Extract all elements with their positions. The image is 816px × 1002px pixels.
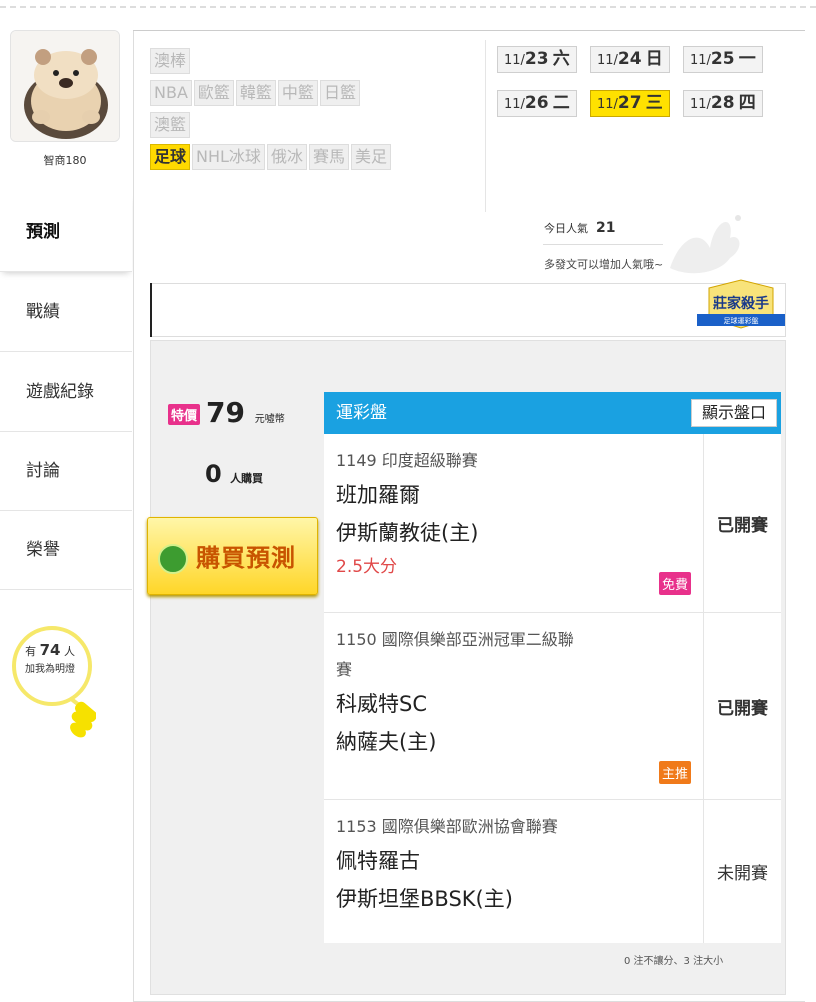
nav-item-prediction[interactable]: 預測 xyxy=(0,193,132,272)
sport-tag[interactable]: 俄冰 xyxy=(266,144,307,170)
svg-text:莊家殺手: 莊家殺手 xyxy=(713,295,769,312)
user-name: 智商180 xyxy=(43,154,87,167)
sport-tag[interactable]: 中籃 xyxy=(277,80,318,106)
sport-tag[interactable]: 韓籃 xyxy=(235,80,276,106)
sport-tag[interactable]: 賽馬 xyxy=(308,144,349,170)
team-name: 伊斯蘭教徒(主) xyxy=(336,521,479,545)
team-name: 伊斯坦堡BBSK(主) xyxy=(336,887,513,911)
sport-tag[interactable]: 歐籃 xyxy=(193,80,234,106)
popularity-hint: 多發文可以增加人氣哦~ xyxy=(544,258,664,271)
coin-icon xyxy=(158,544,188,574)
bulb-caption: 加我為明燈 xyxy=(25,664,75,675)
splash-decoration-icon xyxy=(670,215,741,274)
date-tab[interactable]: 11/25 一 xyxy=(683,46,763,73)
popularity-value: 21 xyxy=(596,220,616,236)
odds-table: 運彩盤 顯示盤口 1149 印度超級聯賽 班加羅爾 伊斯蘭教徒(主) 2.5大分… xyxy=(324,392,781,943)
match-status: 未開賽 xyxy=(717,864,768,884)
buy-prediction-button[interactable]: 購買預測 xyxy=(147,517,318,595)
sport-selector: 澳棒 NBA 歐籃 韓籃 中籃 日籃 澳籃 足球 NHL冰球 俄冰 賽馬 美足 xyxy=(150,48,480,176)
dealer-killer-logo: 莊家殺手 足球運彩盤 xyxy=(697,279,785,329)
nav-item-honor[interactable]: 榮譽 xyxy=(0,511,132,590)
avatar[interactable] xyxy=(10,30,120,142)
date-tab[interactable]: 11/28 四 xyxy=(683,90,763,117)
svg-text:足球運彩盤: 足球運彩盤 xyxy=(724,316,759,325)
sport-tag[interactable]: NHL冰球 xyxy=(192,144,265,170)
nav-item-record[interactable]: 戰績 xyxy=(0,273,132,352)
sport-tag-football-active[interactable]: 足球 xyxy=(150,144,191,170)
league-name: 1150 國際俱樂部亞洲冠軍二級聯 xyxy=(336,630,574,649)
table-row[interactable]: 1149 印度超級聯賽 班加羅爾 伊斯蘭教徒(主) 2.5大分 免費 已開賽 xyxy=(324,434,781,613)
league-name-continued: 賽 xyxy=(336,660,353,679)
date-tab[interactable]: 11/23 六 xyxy=(497,46,577,73)
sale-badge: 特價 xyxy=(168,403,201,425)
fans-count: 74 xyxy=(39,641,61,659)
buyer-count: 0 人購買 xyxy=(205,460,264,488)
league-name: 1153 國際俱樂部歐洲協會聯賽 xyxy=(336,817,558,836)
date-tab-active[interactable]: 11/27 三 xyxy=(590,90,670,117)
show-odds-button[interactable]: 顯示盤口 xyxy=(690,399,777,427)
date-tab[interactable]: 11/24 日 xyxy=(590,46,670,73)
table-title: 運彩盤 xyxy=(336,403,387,423)
match-status: 已開賽 xyxy=(717,698,768,719)
league-name: 1149 印度超級聯賽 xyxy=(336,451,478,470)
date-tab[interactable]: 11/26 二 xyxy=(497,90,577,117)
match-status: 已開賽 xyxy=(717,515,768,536)
bet-summary: 0 注不讓分、3 注大小 xyxy=(624,956,724,967)
lightbulb-icon[interactable] xyxy=(8,620,96,738)
nav-item-discussion[interactable]: 討論 xyxy=(0,432,132,511)
bet-pick: 2.5大分 xyxy=(336,557,398,577)
top-dashed-divider xyxy=(0,6,816,8)
table-row[interactable]: 1153 國際俱樂部歐洲協會聯賽 佩特羅古 伊斯坦堡BBSK(主) 未開賽 xyxy=(324,800,781,943)
bulb-prefix: 有 xyxy=(25,645,37,658)
banner-strip xyxy=(150,283,786,337)
price: 特價 79 元噓幣 xyxy=(168,396,285,429)
team-name: 納薩夫(主) xyxy=(336,730,437,754)
free-badge: 免費 xyxy=(658,572,691,595)
team-name: 佩特羅古 xyxy=(336,849,420,873)
sport-tag[interactable]: 澳籃 xyxy=(150,112,191,138)
table-header: 運彩盤 顯示盤口 xyxy=(324,392,781,434)
table-row[interactable]: 1150 國際俱樂部亞洲冠軍二級聯 賽 科威特SC 納薩夫(主) 主推 已開賽 xyxy=(324,613,781,800)
sport-tag[interactable]: 美足 xyxy=(350,144,391,170)
team-name: 班加羅爾 xyxy=(336,483,420,507)
popularity-label: 今日人氣 xyxy=(544,222,588,235)
team-name: 科威特SC xyxy=(336,692,427,716)
recommended-badge: 主推 xyxy=(658,761,691,784)
sport-tag[interactable]: 澳棒 xyxy=(150,48,191,74)
hedgehog-avatar-image xyxy=(11,31,119,141)
nav-item-game-history[interactable]: 遊戲紀錄 xyxy=(0,353,132,432)
sport-tag[interactable]: NBA xyxy=(150,80,192,106)
sport-tag[interactable]: 日籃 xyxy=(319,80,360,106)
bulb-suffix: 人 xyxy=(63,645,75,658)
